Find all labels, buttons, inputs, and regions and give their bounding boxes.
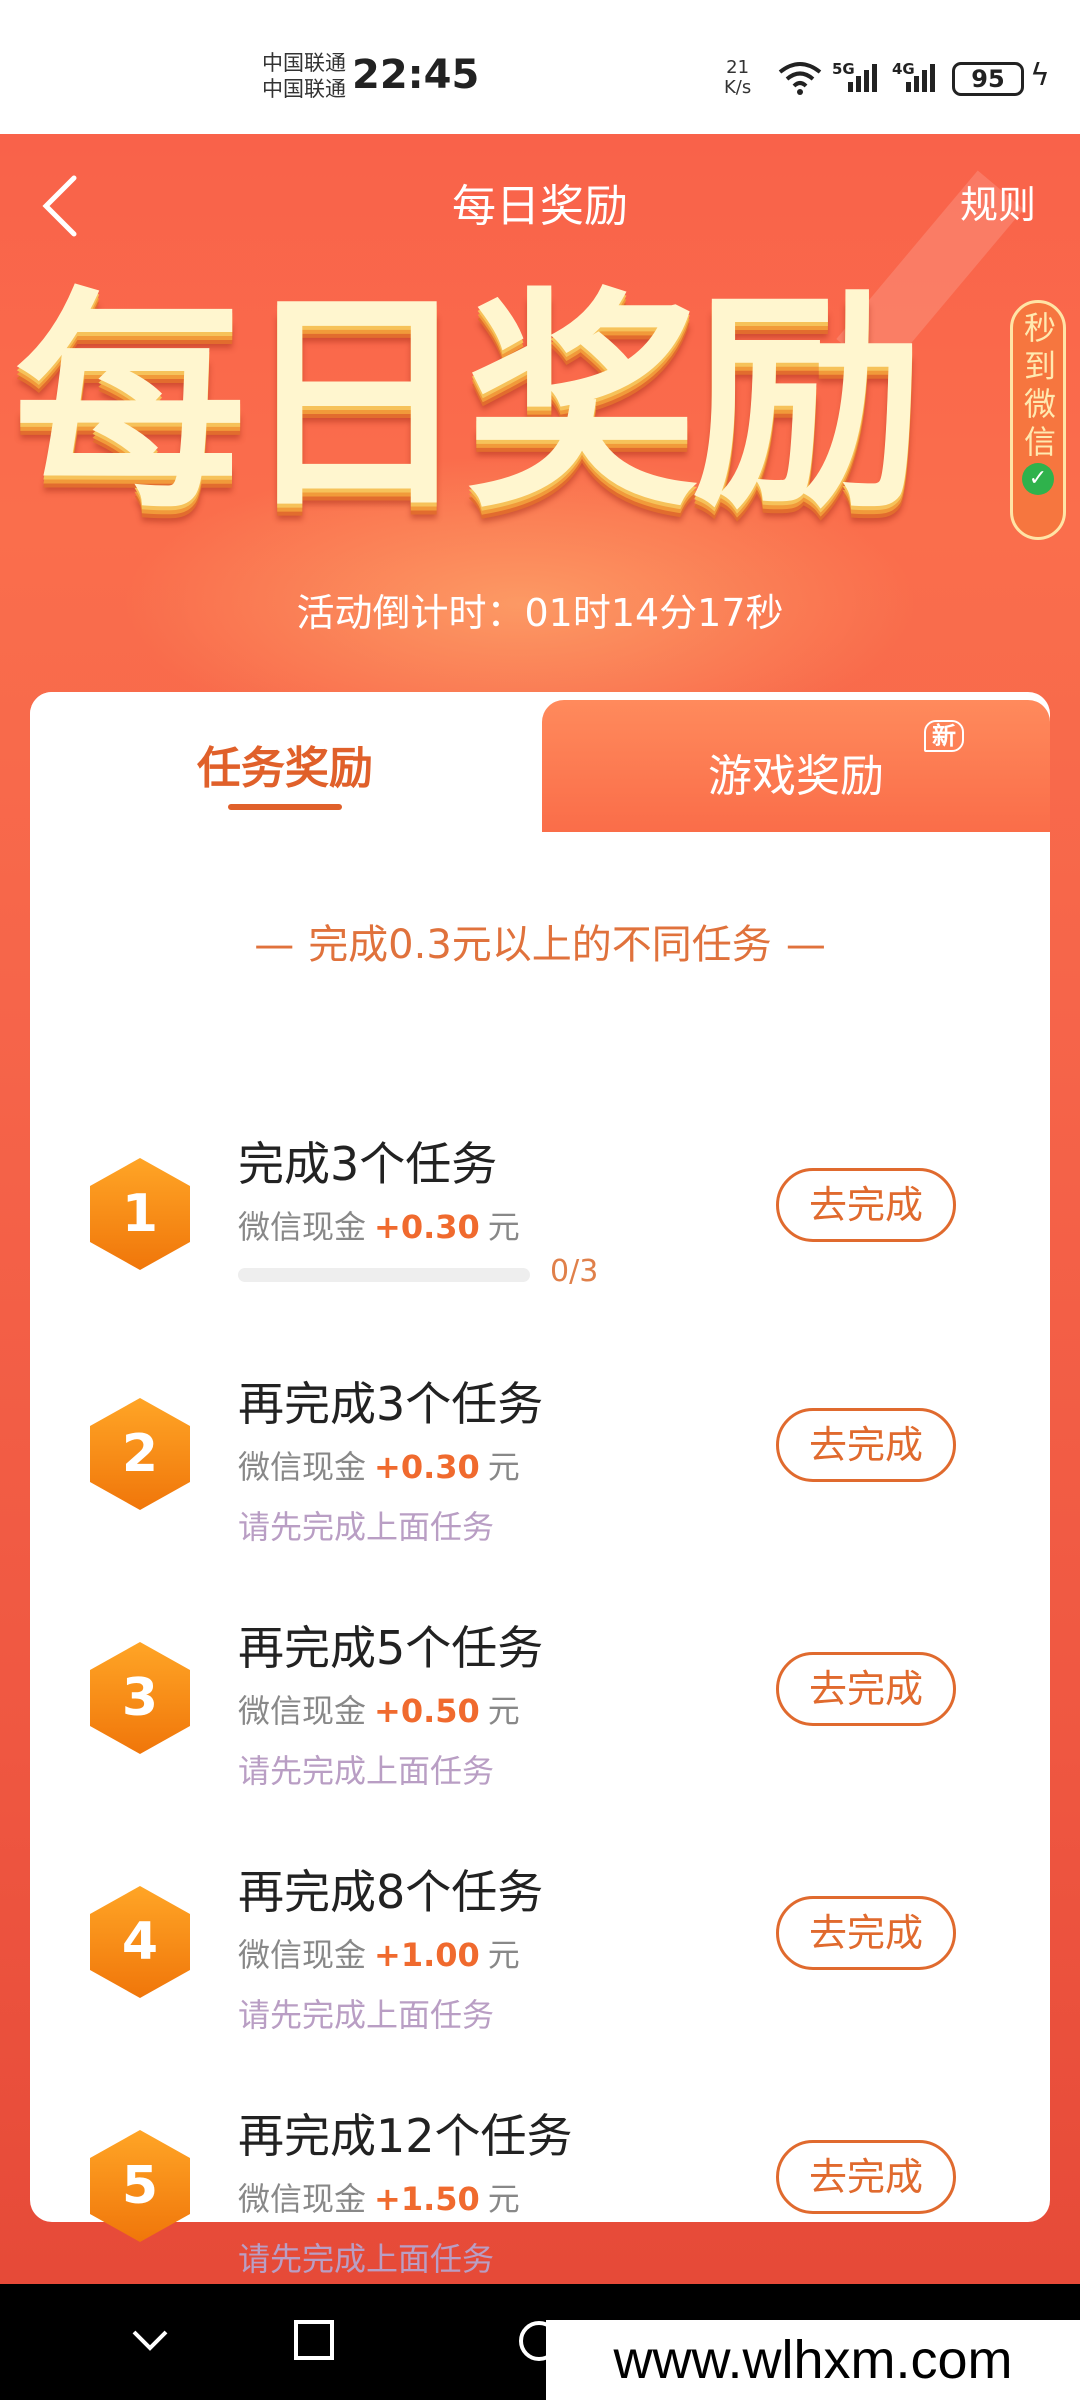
task-hint: 请先完成上面任务 xyxy=(238,1508,495,1546)
task-reward: 微信现金 +0.30 元 xyxy=(238,1202,520,1248)
reward-amount: +1.50 xyxy=(374,2180,480,2218)
task-card: 游戏奖励 新 任务奖励 — 完成0.3元以上的不同任务 — 1 完成3个任务 微信现… xyxy=(30,692,1050,2278)
tab-game-rewards[interactable]: 游戏奖励 新 xyxy=(542,700,1050,832)
countdown-text: 活动倒计时：01时14分17秒 xyxy=(296,591,784,635)
task-hint: 请先完成上面任务 xyxy=(238,1996,495,2034)
task-reward: 微信现金 +1.50 元 xyxy=(238,2174,520,2220)
reward-unit: 元 xyxy=(487,1692,520,1730)
task-item: 4 再完成8个任务 微信现金 +1.00 元 请先完成上面任务 去完成 xyxy=(30,1856,1050,2086)
task-number-badge: 2 xyxy=(90,1398,190,1510)
hero-title: 每日奖励 xyxy=(14,269,924,539)
reward-prefix: 微信现金 xyxy=(238,1936,367,1974)
wechat-instant-badge: 秒到微信 ✓ xyxy=(1010,300,1066,540)
carrier-1: 中国联通 xyxy=(262,51,346,75)
reward-prefix: 微信现金 xyxy=(238,1692,367,1730)
clock: 22:45 xyxy=(352,52,480,98)
reward-prefix: 微信现金 xyxy=(238,1448,367,1486)
active-tab-indicator xyxy=(228,804,342,810)
task-title: 再完成5个任务 xyxy=(238,1621,544,1675)
wifi-icon xyxy=(778,62,822,95)
tab-label: 任务奖励 xyxy=(197,743,373,794)
task-item: 1 完成3个任务 微信现金 +0.30 元 0/3 去完成 xyxy=(30,1128,1050,1358)
speed-value: 21 xyxy=(726,57,750,78)
new-badge: 新 xyxy=(924,720,964,752)
carrier-2: 中国联通 xyxy=(262,77,346,101)
divider-left: — xyxy=(254,922,295,968)
reward-amount: +0.50 xyxy=(374,1692,480,1730)
task-reward: 微信现金 +1.00 元 xyxy=(238,1930,520,1976)
network-speed: 21 K/s xyxy=(724,58,751,98)
rules-link[interactable]: 规则 xyxy=(960,174,1036,229)
task-number-badge: 4 xyxy=(90,1886,190,1998)
watermark: www.wlhxm.com xyxy=(546,2320,1080,2400)
chevron-down-icon[interactable] xyxy=(128,2316,172,2366)
reward-unit: 元 xyxy=(487,2180,520,2218)
speed-unit: K/s xyxy=(724,77,752,98)
reward-amount: +1.00 xyxy=(374,1936,480,1974)
go-complete-button[interactable]: 去完成 xyxy=(776,1168,956,1242)
task-title: 完成3个任务 xyxy=(238,1137,498,1191)
task-number-badge: 3 xyxy=(90,1642,190,1754)
task-title: 再完成12个任务 xyxy=(238,2109,573,2163)
reward-amount: +0.30 xyxy=(374,1208,480,1246)
page-title: 每日奖励 xyxy=(452,181,628,232)
divider-right: — xyxy=(785,922,826,968)
task-reward: 微信现金 +0.50 元 xyxy=(238,1686,520,1732)
signal-bars-2-icon xyxy=(906,62,935,92)
go-complete-button[interactable]: 去完成 xyxy=(776,1652,956,1726)
tab-task-rewards[interactable]: 任务奖励 xyxy=(30,692,540,832)
go-complete-button[interactable]: 去完成 xyxy=(776,1408,956,1482)
signal-bars-1-icon xyxy=(848,62,877,92)
task-item: 3 再完成5个任务 微信现金 +0.50 元 请先完成上面任务 去完成 xyxy=(30,1612,1050,1842)
reward-prefix: 微信现金 xyxy=(238,1208,367,1246)
task-hint: 请先完成上面任务 xyxy=(238,2240,495,2278)
square-icon[interactable] xyxy=(292,2316,336,2366)
section-title-text: 完成0.3元以上的不同任务 xyxy=(308,922,772,968)
reward-amount: +0.30 xyxy=(374,1448,480,1486)
go-complete-button[interactable]: 去完成 xyxy=(776,1896,956,1970)
check-icon: ✓ xyxy=(1022,463,1054,495)
task-progress-bar xyxy=(238,1268,530,1282)
task-title: 再完成8个任务 xyxy=(238,1865,544,1919)
go-complete-button[interactable]: 去完成 xyxy=(776,2140,956,2214)
status-bar: 中国联通 中国联通 22:45 21 K/s 5G 4G 95 ϟ xyxy=(0,0,1080,134)
task-reward: 微信现金 +0.30 元 xyxy=(238,1442,520,1488)
reward-unit: 元 xyxy=(487,1448,520,1486)
bolt-icon: ϟ xyxy=(1030,58,1050,93)
reward-unit: 元 xyxy=(487,1936,520,1974)
section-title: — 完成0.3元以上的不同任务 — xyxy=(30,912,1050,970)
task-number-badge: 1 xyxy=(90,1158,190,1270)
badge-text: 秒到微信 xyxy=(1024,309,1057,461)
task-number-badge: 5 xyxy=(90,2130,190,2242)
task-hint: 请先完成上面任务 xyxy=(238,1752,495,1790)
battery-icon: 95 xyxy=(952,62,1024,96)
task-title: 再完成3个任务 xyxy=(238,1377,544,1431)
task-item: 5 再完成12个任务 微信现金 +1.50 元 请先完成上面任务 去完成 xyxy=(30,2100,1050,2284)
reward-unit: 元 xyxy=(487,1208,520,1246)
carrier-names: 中国联通 中国联通 xyxy=(262,50,346,102)
tab-label: 游戏奖励 xyxy=(708,751,884,802)
hero-section: 每日奖励 规则 每日奖励 秒到微信 ✓ 活动倒计时：01时14分17秒 游戏奖励… xyxy=(0,134,1080,2284)
task-progress-text: 0/3 xyxy=(550,1254,599,1289)
task-item: 2 再完成3个任务 微信现金 +0.30 元 请先完成上面任务 去完成 xyxy=(30,1368,1050,1598)
reward-prefix: 微信现金 xyxy=(238,2180,367,2218)
